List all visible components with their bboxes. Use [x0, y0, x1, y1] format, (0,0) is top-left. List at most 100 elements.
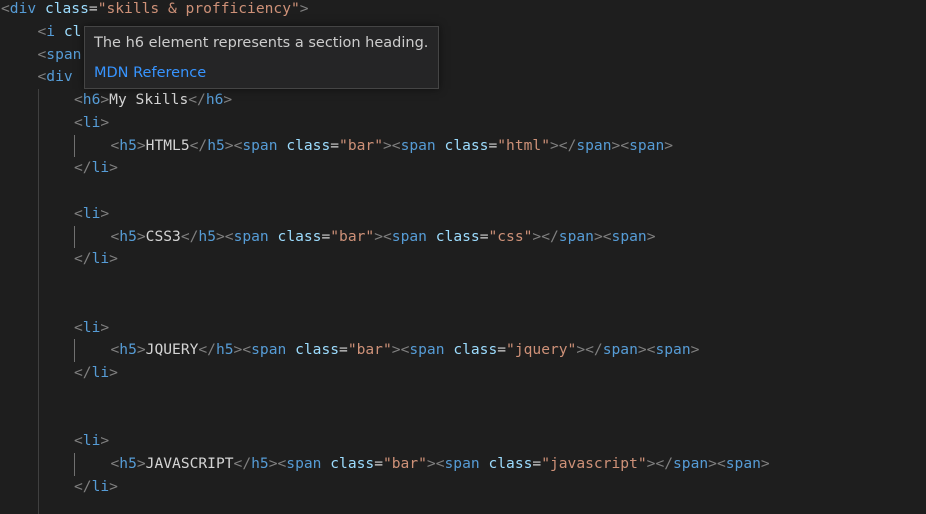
code-line-content: <div class="skills & profficiency">	[1, 0, 309, 21]
code-line[interactable]	[0, 498, 926, 514]
code-token: <	[74, 204, 83, 222]
code-line[interactable]: </li>	[0, 157, 926, 180]
code-token: =	[321, 227, 331, 245]
code-token: </	[541, 227, 559, 245]
code-line-content: </li>	[74, 476, 118, 499]
code-token: <	[37, 68, 47, 86]
code-token: class	[453, 341, 498, 359]
code-token: <	[74, 91, 83, 108]
code-token: span	[602, 341, 638, 359]
indent-guide	[37, 157, 39, 180]
code-line[interactable]: <h5>JQUERY</h5><span class="bar"><span c…	[0, 339, 926, 362]
code-token: </	[189, 136, 208, 154]
code-token: </	[188, 91, 206, 108]
code-token: =	[374, 455, 383, 472]
code-token: >	[268, 455, 278, 472]
code-token: >	[100, 204, 110, 222]
code-token: h5	[119, 341, 137, 359]
indent-guide	[37, 475, 39, 499]
code-token: <	[110, 227, 120, 245]
indent-guide	[37, 180, 39, 203]
code-token: "skills & profficiency"	[97, 0, 300, 17]
code-token: >	[299, 0, 309, 17]
code-token: <	[383, 227, 392, 245]
code-token: >	[224, 136, 234, 154]
code-token: <	[74, 113, 83, 131]
code-token: >	[215, 227, 225, 245]
code-token: <	[242, 341, 252, 359]
code-line-content: <li>	[74, 317, 109, 340]
code-token: <	[110, 136, 120, 154]
mdn-reference-link[interactable]: MDN Reference	[94, 65, 206, 81]
code-token: >	[382, 136, 392, 154]
code-token: "css"	[488, 227, 533, 245]
code-token: >	[136, 227, 146, 245]
indent-guide	[37, 453, 39, 476]
indent-guide	[74, 225, 75, 249]
code-token: <	[74, 318, 83, 336]
code-line[interactable]: <h5>HTML5</h5><span class="bar"><span cl…	[0, 134, 926, 158]
code-editor[interactable]: <div class="skills & profficiency"> <i cl…	[0, 0, 926, 514]
code-line-content: <i cl	[38, 21, 82, 44]
indent-guide	[37, 202, 39, 226]
code-line[interactable]: <div class="skills & profficiency">	[0, 0, 926, 21]
code-line[interactable]	[0, 271, 926, 294]
code-token: class	[277, 227, 322, 245]
code-token: span	[251, 341, 287, 359]
code-line[interactable]: </li>	[0, 362, 926, 385]
code-line[interactable]: <li>	[0, 111, 926, 135]
code-token: >	[136, 455, 146, 472]
code-line[interactable]: <li>	[0, 430, 926, 453]
code-line-content: <li>	[74, 430, 109, 453]
code-token: h5	[215, 341, 234, 359]
code-token: span	[391, 227, 427, 245]
code-line[interactable]	[0, 384, 926, 408]
indent-guide	[37, 498, 39, 514]
code-line[interactable]: <h5>JAVASCRIPT</h5><span class="bar"><sp…	[0, 453, 926, 476]
code-token: >	[708, 455, 717, 472]
code-line-content: <li>	[74, 203, 109, 226]
code-token: =	[488, 136, 498, 154]
code-token: </	[233, 455, 252, 472]
code-token: </	[655, 455, 674, 472]
code-line[interactable]: </li>	[0, 248, 926, 271]
code-line[interactable]: <li>	[0, 202, 926, 226]
indent-guide	[37, 111, 39, 135]
code-token: span	[242, 136, 278, 154]
indent-guide	[37, 316, 39, 340]
code-token: "javascript"	[541, 455, 647, 472]
code-token: <	[224, 227, 234, 245]
code-line[interactable]	[0, 293, 926, 317]
code-token: h6	[82, 91, 101, 108]
code-token: <	[716, 455, 726, 472]
code-token: >	[637, 341, 647, 359]
code-token: </	[198, 341, 216, 359]
code-line[interactable]	[0, 180, 926, 203]
code-token: >	[593, 227, 603, 245]
code-line[interactable]: <h6>My Skills</h6>	[0, 89, 926, 112]
code-token: >	[136, 341, 146, 359]
code-line[interactable]: </li>	[0, 475, 926, 499]
code-token: >	[646, 227, 656, 245]
code-token: "bar"	[339, 136, 383, 154]
indent-guide	[37, 134, 39, 158]
code-token: </	[74, 159, 92, 177]
indent-guide	[74, 339, 75, 362]
code-line[interactable]: <h5>CSS3</h5><span class="bar"><span cla…	[0, 225, 926, 249]
code-token: h5	[119, 227, 137, 245]
code-token: >	[426, 455, 436, 472]
code-token: li	[82, 432, 101, 450]
code-token: div	[9, 0, 37, 17]
indent-guide	[37, 248, 39, 271]
code-token: <	[602, 227, 612, 245]
indent-guide	[37, 271, 39, 294]
code-line-content: </li>	[74, 248, 118, 271]
code-line[interactable]	[0, 407, 926, 431]
code-token: span	[233, 227, 269, 245]
code-token: >	[109, 159, 118, 177]
code-token: </	[585, 341, 603, 359]
code-line[interactable]: <li>	[0, 316, 926, 340]
